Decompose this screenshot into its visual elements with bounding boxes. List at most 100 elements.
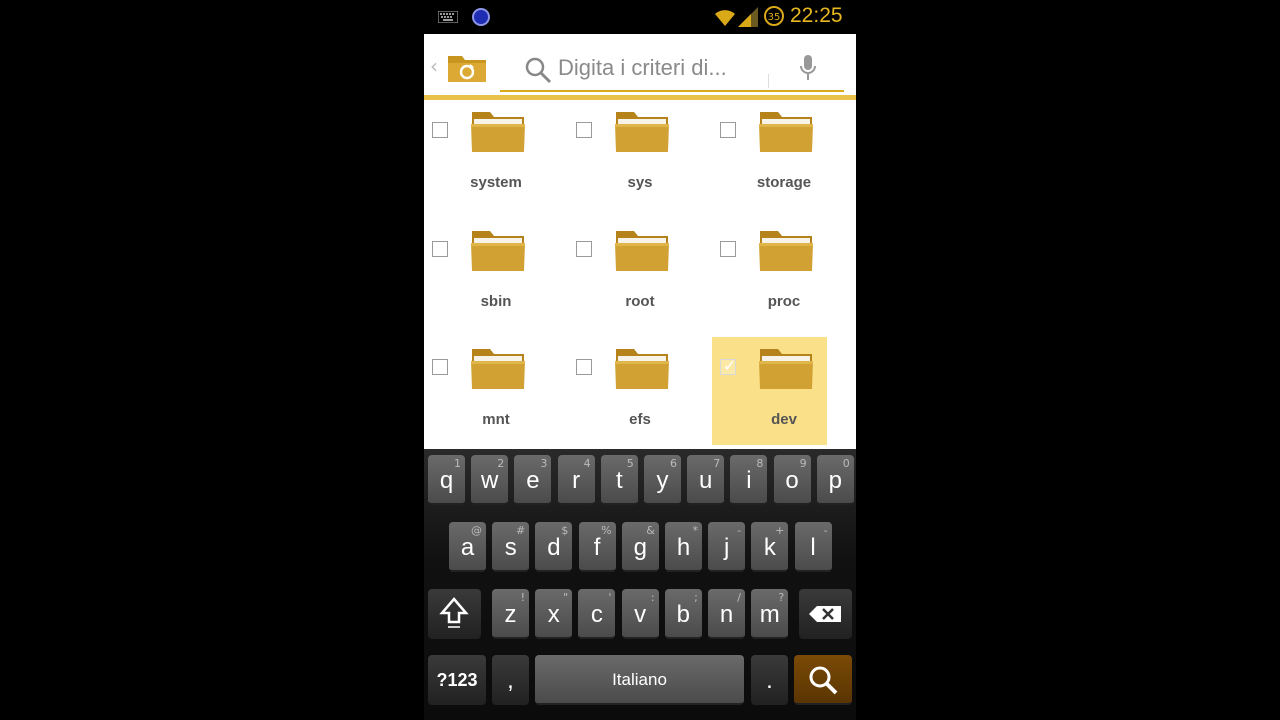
key-f[interactable]: % f xyxy=(578,522,616,572)
key-label: t xyxy=(615,467,623,494)
backspace-key[interactable] xyxy=(799,589,852,639)
key-label: k xyxy=(763,534,776,561)
folder-item[interactable]: ✓ sbin xyxy=(432,219,547,327)
status-time: 22:25 xyxy=(790,4,843,27)
key-label: e xyxy=(526,467,540,494)
key-label: a xyxy=(460,534,475,561)
key-o[interactable]: 9o xyxy=(773,455,811,505)
folder-name: efs xyxy=(629,411,651,428)
key-label: c xyxy=(590,601,603,628)
backspace-icon xyxy=(809,606,841,622)
key-y[interactable]: 6y xyxy=(644,455,681,505)
soft-keyboard: 1 q 2 w 3 e 4 r 5 t 6 y 7 u 8 i 9 o 0 p @ a # s $ d% f & g * h - j + k - l ! z… xyxy=(424,449,856,720)
folder-icon xyxy=(759,349,813,389)
keyboard-icon xyxy=(438,11,458,23)
folder-item[interactable]: ✓ mnt xyxy=(432,337,547,445)
key-b[interactable]: ; b xyxy=(664,589,702,639)
period-key[interactable]: . xyxy=(751,655,788,705)
microphone-icon[interactable] xyxy=(798,54,818,82)
folder-name: storage xyxy=(756,174,812,191)
key-w[interactable]: 2w xyxy=(471,455,509,505)
key-label: j xyxy=(724,534,730,561)
key-label: ?123 xyxy=(436,670,478,690)
folder-icon xyxy=(471,349,525,389)
key-a[interactable]: @ a xyxy=(449,522,486,572)
folder-name: root xyxy=(625,293,655,310)
folder-checkbox[interactable]: ✓ xyxy=(720,122,736,138)
folder-item[interactable]: ✓ efs xyxy=(576,337,691,445)
search-input[interactable] xyxy=(558,52,778,84)
key-u[interactable]: 7u xyxy=(687,455,725,505)
battery-icon: 35 xyxy=(764,6,784,26)
folder-icon xyxy=(615,231,669,271)
folder-item[interactable]: ✓ sys xyxy=(576,100,691,208)
key-label: g xyxy=(633,534,647,561)
folder-name: mnt xyxy=(482,411,510,428)
key-label: f xyxy=(593,534,601,561)
key-k[interactable]: + k xyxy=(751,522,789,572)
key-q[interactable]: 1q xyxy=(428,455,465,505)
folder-checkbox[interactable]: ✓ xyxy=(720,241,736,257)
key-label: Italiano xyxy=(612,670,667,689)
key-c[interactable]: ' c xyxy=(578,589,616,639)
key-s[interactable]: # s xyxy=(492,522,530,572)
key-label: o xyxy=(785,467,799,494)
folder-checkbox[interactable]: ✓ xyxy=(432,122,448,138)
comma-key[interactable]: , xyxy=(492,655,529,705)
key-g[interactable]: & g xyxy=(621,522,659,572)
folder-checkbox[interactable]: ✓ xyxy=(576,241,592,257)
shift-arrow-icon xyxy=(439,597,469,628)
folder-item[interactable]: ✓ dev xyxy=(712,337,827,445)
search-key[interactable] xyxy=(794,655,852,705)
folder-item[interactable]: ✓ system xyxy=(432,100,547,208)
key-h[interactable]: * h xyxy=(665,522,702,572)
key-label: n xyxy=(719,601,734,628)
key-j[interactable]: -j xyxy=(708,522,746,572)
folder-name: proc xyxy=(767,293,801,310)
folder-item[interactable]: ✓ storage xyxy=(720,100,835,208)
key-label: q xyxy=(439,467,454,494)
folder-checkbox[interactable]: ✓ xyxy=(432,241,448,257)
key-v[interactable]: :v xyxy=(621,589,659,639)
key-e[interactable]: 3e xyxy=(514,455,552,505)
key-label: y xyxy=(656,467,669,494)
key-t[interactable]: 5t xyxy=(600,455,638,505)
key-l[interactable]: -l xyxy=(794,522,832,572)
key-label: m xyxy=(759,601,780,628)
folder-item[interactable]: ✓ root xyxy=(576,219,691,327)
search-icon xyxy=(809,666,838,695)
key-label: w xyxy=(481,467,499,494)
folder-checkbox[interactable]: ✓ xyxy=(432,359,448,375)
phone-screen: 35 22:25 ‹ ✓system✓sys✓storage✓sbin✓roo xyxy=(424,0,856,720)
search-bar[interactable] xyxy=(500,44,844,92)
folder-checkbox[interactable]: ✓ xyxy=(576,122,592,138)
folder-name: sbin xyxy=(480,293,512,310)
key-label: z xyxy=(504,601,517,628)
key-x[interactable]: " x xyxy=(535,589,573,639)
folder-icon xyxy=(615,112,669,152)
key-d[interactable]: $ d xyxy=(535,522,573,572)
key-i[interactable]: 8i xyxy=(730,455,768,505)
key-label: p xyxy=(828,467,842,494)
signal-icon xyxy=(738,7,758,27)
shift-key[interactable] xyxy=(428,589,481,639)
wifi-icon xyxy=(715,10,735,26)
folder-item[interactable]: ✓ proc xyxy=(720,219,835,327)
key-label: i xyxy=(746,467,752,494)
symbols-key[interactable]: ?123 xyxy=(428,655,486,705)
back-chevron-icon[interactable]: ‹ xyxy=(430,54,438,78)
key-n[interactable]: / n xyxy=(708,589,745,639)
search-divider xyxy=(768,74,769,88)
folder-checkbox[interactable]: ✓ xyxy=(576,359,592,375)
key-p[interactable]: 0p xyxy=(816,455,854,505)
folder-checkbox[interactable]: ✓ xyxy=(720,356,737,375)
key-z[interactable]: ! z xyxy=(492,589,529,639)
folder-grid: ✓ system ✓ sys ✓ storage ✓ sbin ✓ root ✓ proc ✓ mnt ✓ e… xyxy=(424,100,856,449)
key-m[interactable]: ? m xyxy=(751,589,789,639)
file-manager-app-icon[interactable] xyxy=(446,52,488,84)
key-label: l xyxy=(810,534,816,561)
checkmark-icon: ✓ xyxy=(723,356,737,375)
key-r[interactable]: 4r xyxy=(557,455,595,505)
folder-icon xyxy=(471,112,525,152)
space-key[interactable]: Italiano xyxy=(535,655,744,705)
